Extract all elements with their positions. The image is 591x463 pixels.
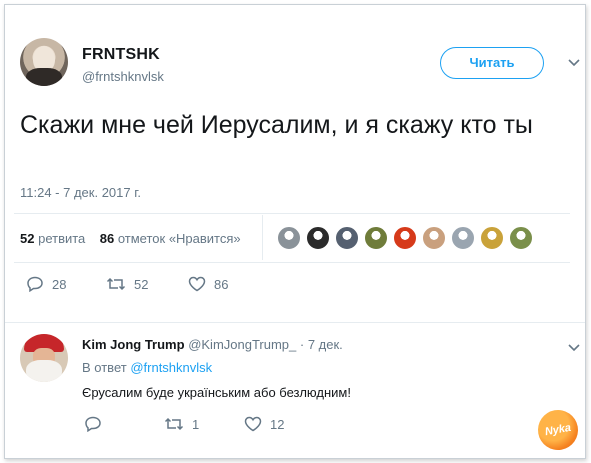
- like-action[interactable]: 86: [188, 276, 228, 292]
- avatar-beard: [26, 360, 62, 382]
- liker-avatar[interactable]: [422, 226, 446, 250]
- liker-avatar[interactable]: [335, 226, 359, 250]
- reply-retweet-action[interactable]: 1: [164, 416, 199, 432]
- retweet-icon: [106, 277, 126, 291]
- in-reply-prefix: В ответ: [82, 360, 127, 375]
- reply-action[interactable]: 28: [26, 276, 66, 292]
- reply-reply-icon: [85, 416, 101, 432]
- reply-author-handle[interactable]: @KimJongTrump_ · 7 дек.: [188, 337, 343, 352]
- follow-button[interactable]: Читать: [440, 47, 544, 79]
- reply-divider: [5, 322, 585, 323]
- likes-label[interactable]: отметок «Нравится»: [118, 231, 241, 246]
- divider-bottom: [14, 262, 570, 263]
- liker-avatar[interactable]: [306, 226, 330, 250]
- reply-icon: [27, 276, 43, 292]
- reply-count: 28: [52, 276, 67, 292]
- retweets-label[interactable]: ретвита: [38, 231, 85, 246]
- in-reply-to-link[interactable]: @frntshknvlsk: [130, 360, 212, 375]
- retweet-action[interactable]: 52: [106, 276, 148, 292]
- reply-retweet-icon: [164, 417, 184, 431]
- tweet-stats: 52 ретвита 86 отметок «Нравится»: [20, 231, 241, 246]
- reply-like-count: 12: [270, 416, 285, 432]
- reply-author-line: Kim Jong Trump @KimJongTrump_ · 7 дек.: [82, 337, 343, 352]
- author-handle[interactable]: @frntshknvlsk: [82, 69, 164, 84]
- liker-avatar[interactable]: [277, 226, 301, 250]
- in-reply-to: В ответ @frntshknvlsk: [82, 360, 212, 375]
- like-count: 86: [214, 276, 229, 292]
- liker-avatar[interactable]: [364, 226, 388, 250]
- chevron-down-icon[interactable]: [567, 55, 581, 73]
- heart-icon: [188, 276, 206, 292]
- stats-separator: [262, 215, 263, 260]
- liker-avatar[interactable]: [509, 226, 533, 250]
- reply-like-action[interactable]: 12: [244, 416, 284, 432]
- liker-avatar[interactable]: [480, 226, 504, 250]
- avatar-body: [26, 68, 62, 86]
- tweet-text: Скажи мне чей Иерусалим, и я скажу кто т…: [20, 111, 533, 139]
- reply-author-name[interactable]: Kim Jong Trump: [82, 337, 185, 352]
- divider-top: [14, 213, 570, 214]
- retweets-count[interactable]: 52: [20, 231, 34, 246]
- reply-chevron-down-icon[interactable]: [567, 340, 581, 358]
- author-name[interactable]: FRNTSHK: [82, 46, 160, 64]
- liker-avatar[interactable]: [451, 226, 475, 250]
- reply-reply-action[interactable]: [84, 416, 110, 432]
- liker-avatar[interactable]: [393, 226, 417, 250]
- tweet-timestamp[interactable]: 11:24 - 7 дек. 2017 г.: [20, 185, 141, 200]
- author-avatar[interactable]: [20, 38, 68, 86]
- reply-heart-icon: [244, 416, 262, 432]
- reply-text: Єрусалим буде українським або безлюдним!: [82, 385, 351, 400]
- likes-count[interactable]: 86: [100, 231, 114, 246]
- retweet-count: 52: [134, 276, 149, 292]
- reply-author-avatar[interactable]: [20, 334, 68, 382]
- reply-retweet-count: 1: [192, 416, 200, 432]
